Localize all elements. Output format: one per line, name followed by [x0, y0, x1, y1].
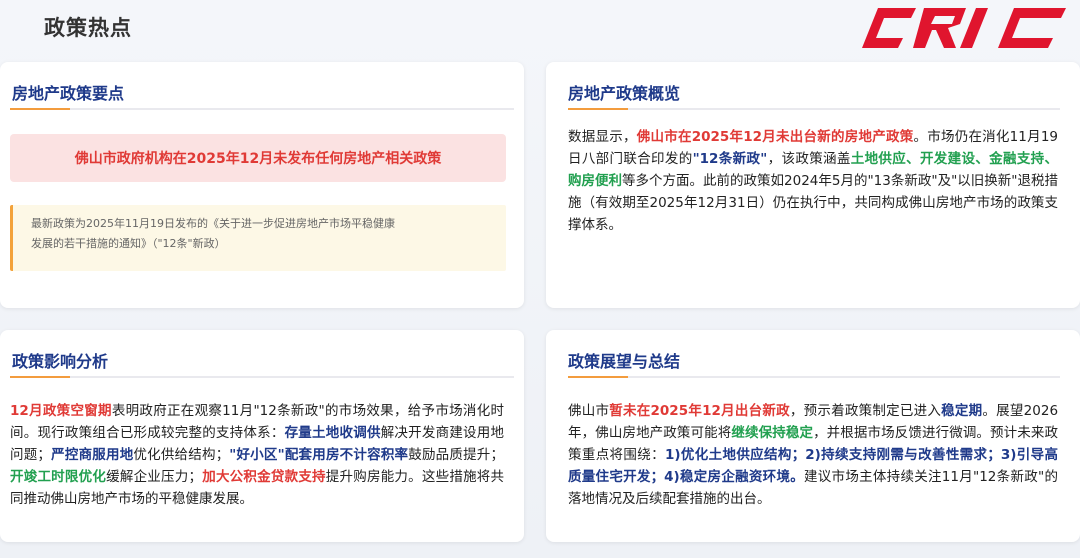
card-title: 房地产政策概览	[568, 84, 681, 103]
card-key-points: 房地产政策要点 佛山市政府机构在2025年12月未发布任何房地产相关政策 最新政…	[0, 62, 524, 308]
card-overview: 房地产政策概览 数据显示，佛山市在2025年12月未出台新的房地产政策。市场仍在…	[546, 62, 1080, 308]
outlook-paragraph: 佛山市暂未在2025年12月出台新政，预示着政策制定已进入稳定期。展望2026年…	[568, 403, 1059, 507]
policy-highlight: 佛山市政府机构在2025年12月未发布任何房地产相关政策	[10, 134, 506, 182]
title-underline	[10, 108, 514, 110]
impact-paragraph: 12月政策空窗期表明政府正在观察11月"12条新政"的市场效果，给予市场消化时间…	[10, 403, 505, 507]
card-title: 房地产政策要点	[12, 84, 125, 103]
cric-logo	[862, 8, 1066, 48]
card-title: 政策影响分析	[12, 352, 109, 371]
latest-policy-note: 最新政策为2025年11月19日发布的《关于进一步促进房地产市场平稳健康 发展的…	[10, 205, 506, 271]
card-title: 政策展望与总结	[568, 352, 681, 371]
card-impact: 政策影响分析 12月政策空窗期表明政府正在观察11月"12条新政"的市场效果，给…	[0, 330, 524, 542]
card-outlook: 政策展望与总结 佛山市暂未在2025年12月出台新政，预示着政策制定已进入稳定期…	[546, 330, 1080, 542]
title-underline	[568, 108, 1060, 110]
note-line: 最新政策为2025年11月19日发布的《关于进一步促进房地产市场平稳健康	[31, 217, 395, 230]
title-underline	[568, 376, 1060, 378]
title-underline	[10, 376, 514, 378]
page-title: 政策热点	[44, 16, 132, 40]
overview-paragraph: 数据显示，佛山市在2025年12月未出台新的房地产政策。市场仍在消化11月19日…	[568, 129, 1059, 233]
slide: 政策热点 房地产政策要点 佛山市政府机构在2025年12月未发布任何房地产相关政…	[0, 0, 1080, 558]
note-line: 发展的若干措施的通知》（"12条"新政）	[31, 237, 226, 250]
